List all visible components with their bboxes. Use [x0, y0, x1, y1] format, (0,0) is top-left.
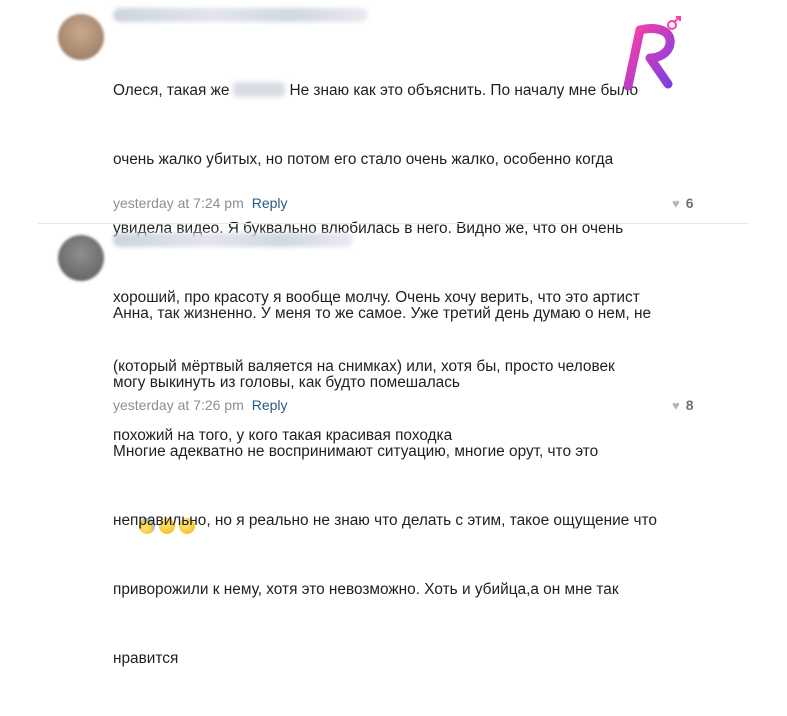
- avatar[interactable]: [58, 235, 104, 281]
- like-button[interactable]: ♥ 6: [672, 195, 694, 211]
- timestamp[interactable]: yesterday at 7:24 pm: [113, 195, 244, 211]
- comment-line: Многие адекватно не воспринимают ситуаци…: [113, 443, 599, 460]
- comment-line: неправильно, но я реально не знаю что де…: [113, 512, 657, 529]
- comment-line: очень жалко убитых, но потом его стало о…: [113, 151, 614, 168]
- like-count: 8: [685, 397, 694, 413]
- avatar[interactable]: [58, 14, 104, 60]
- comment-line: приворожили к нему, хотя это невозможно.…: [113, 581, 619, 598]
- like-button[interactable]: ♥ 8: [672, 397, 694, 413]
- comment-line: нравится: [113, 650, 179, 667]
- comment-text: Анна, так жизненно. У меня то же самое. …: [113, 256, 657, 716]
- like-count: 6: [685, 195, 694, 211]
- reply-button[interactable]: Reply: [252, 195, 288, 211]
- heart-icon: ♥: [672, 398, 680, 413]
- timestamp[interactable]: yesterday at 7:26 pm: [113, 397, 244, 413]
- comment-line: Анна, так жизненно. У меня то же самое. …: [113, 305, 652, 322]
- comment-line: Олеся, такая же Не знаю как это объяснить…: [113, 82, 639, 99]
- comment-line: могу выкинуть из головы, как будто помеш…: [113, 374, 460, 391]
- author-name-blurred[interactable]: [113, 8, 368, 22]
- heart-icon: ♥: [672, 196, 680, 211]
- blurred-word: [233, 82, 286, 97]
- reply-button[interactable]: Reply: [252, 397, 288, 413]
- comment-meta: yesterday at 7:26 pm Reply: [113, 397, 288, 413]
- comment-meta: yesterday at 7:24 pm Reply: [113, 195, 288, 211]
- author-name-blurred[interactable]: [113, 233, 353, 247]
- comment-2: Анна, так жизненно. У меня то же самое. …: [0, 224, 787, 667]
- brand-logo-icon: [623, 16, 681, 91]
